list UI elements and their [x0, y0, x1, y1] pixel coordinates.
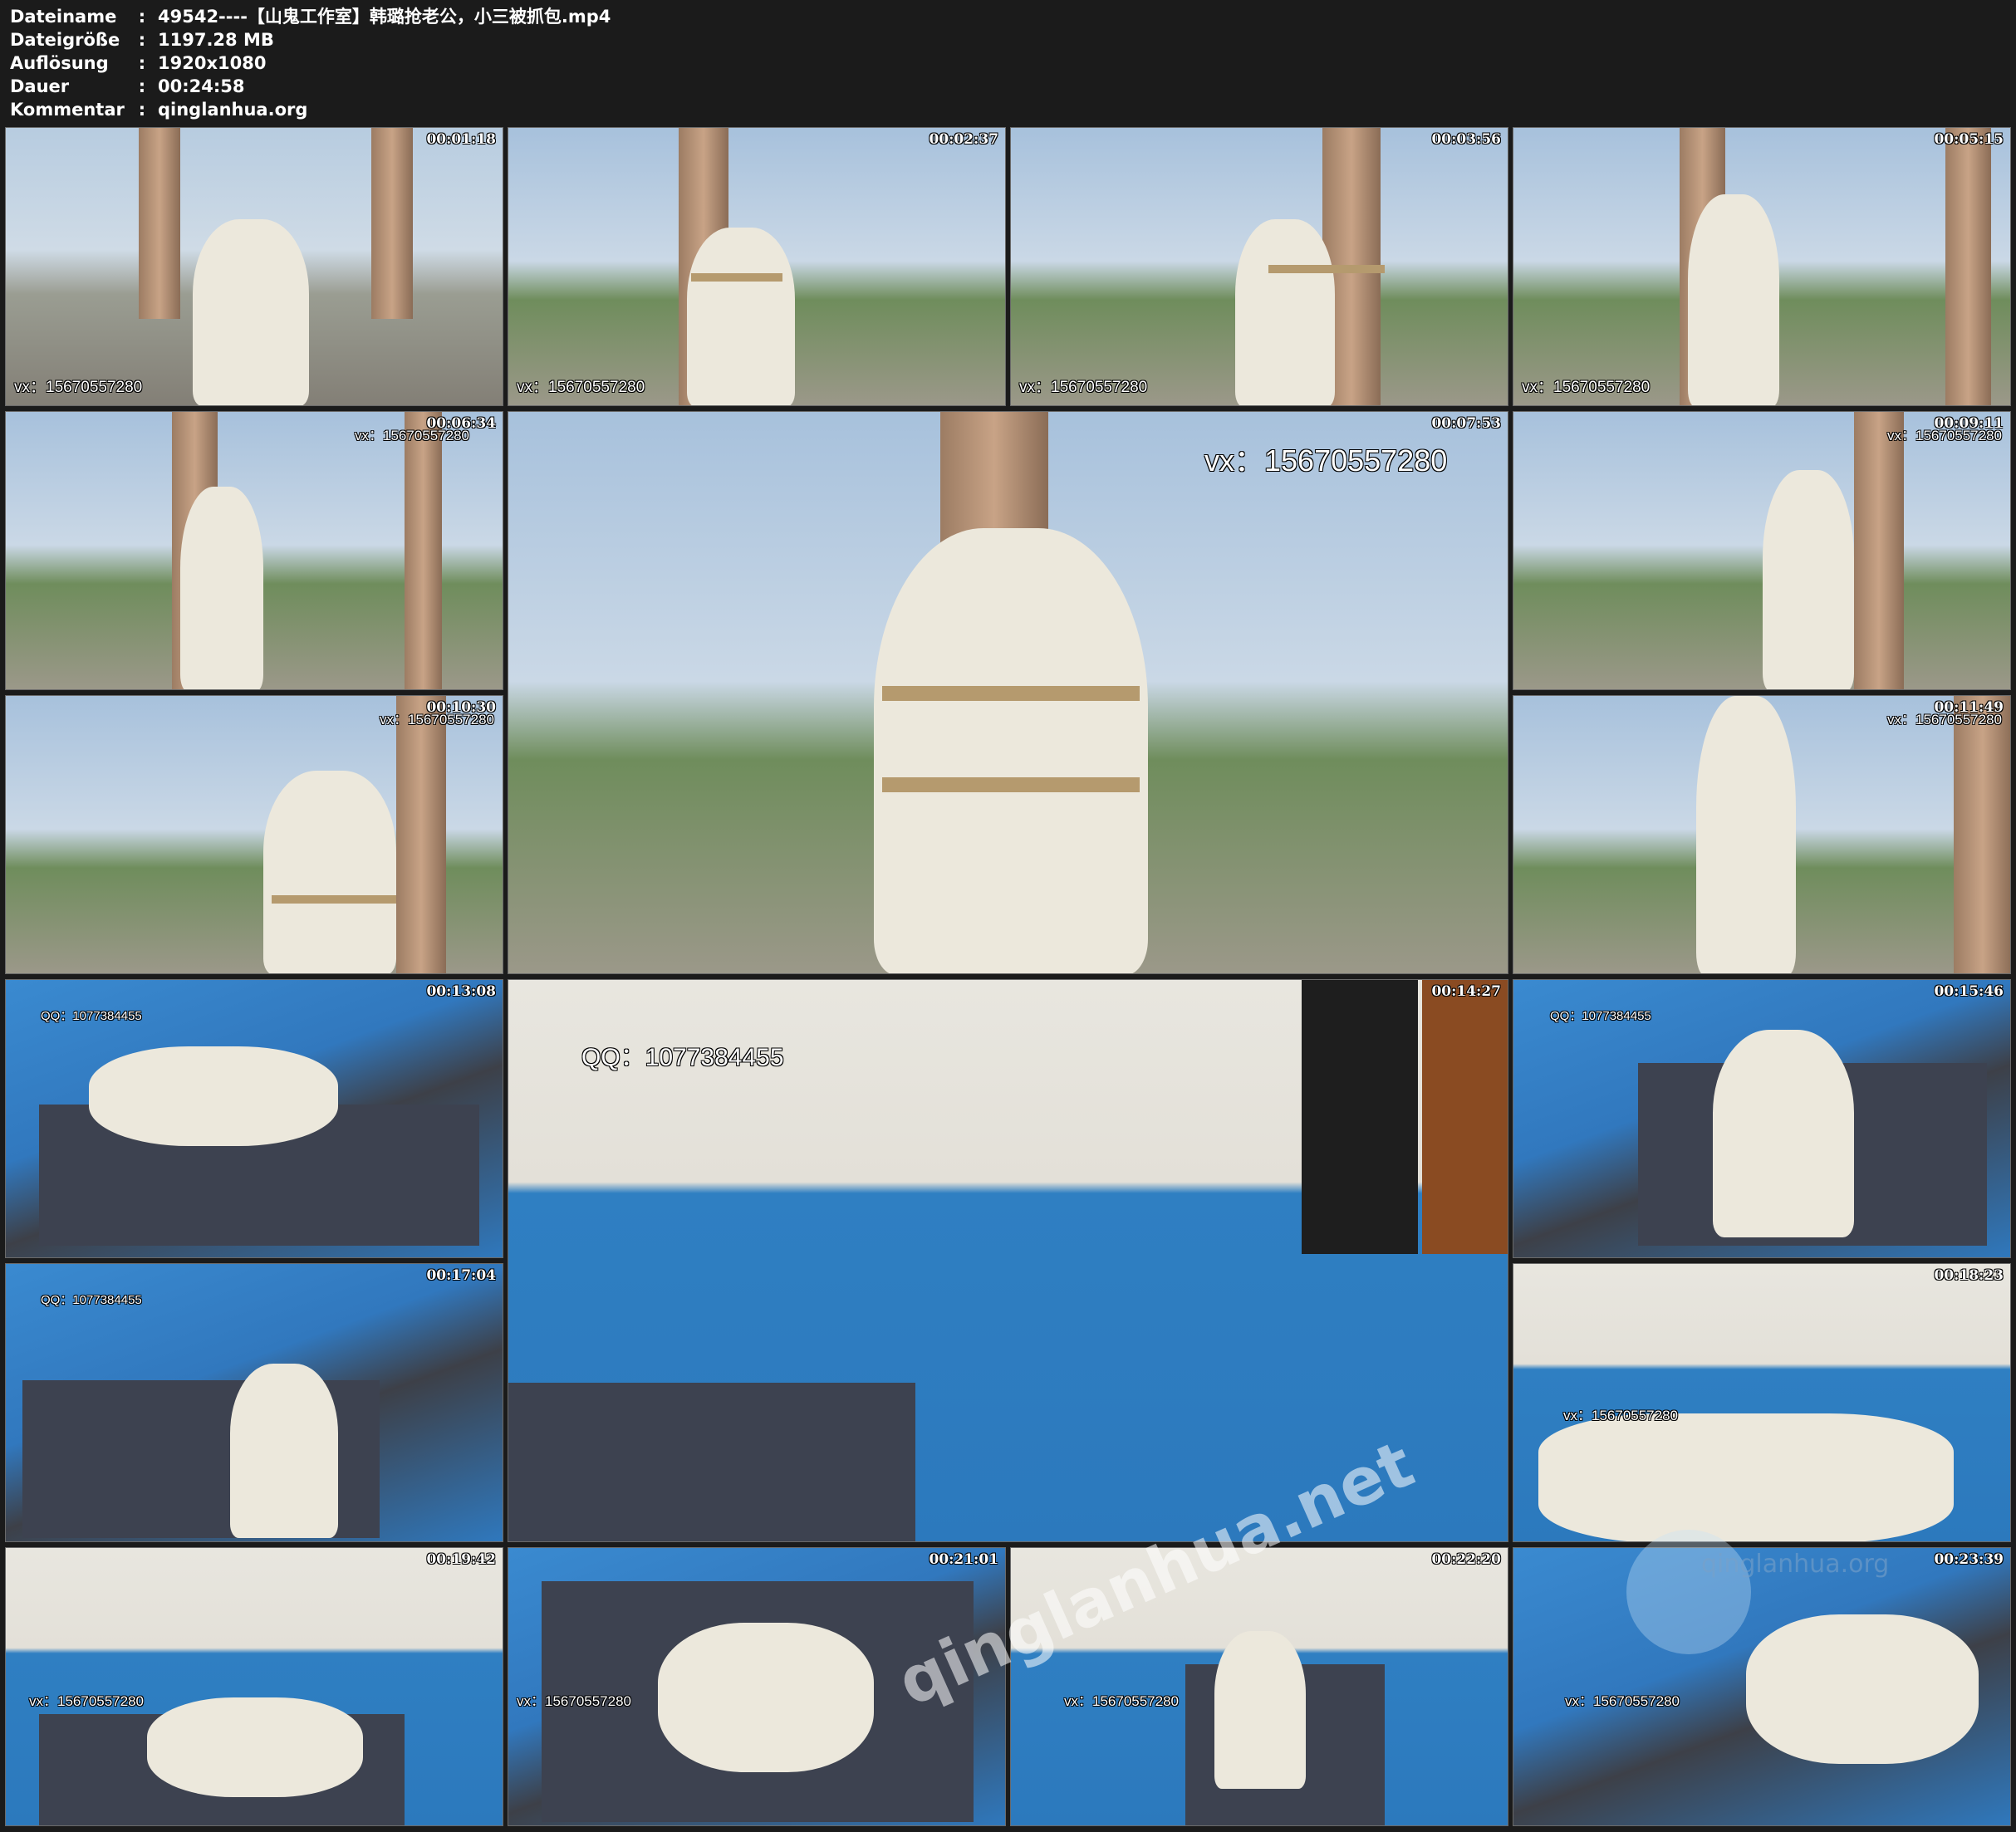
contact-watermark: vx：15670557280 — [517, 1693, 632, 1709]
frame-timestamp: 00:18:23 — [1934, 1267, 2004, 1284]
contact-watermark: QQ：1077384455 — [1550, 1009, 1651, 1023]
frame-timestamp: 00:01:18 — [426, 131, 496, 148]
site-watermark-secondary: qinglanhua.org — [1701, 1550, 1890, 1579]
meta-sep: : — [138, 100, 146, 120]
frame-timestamp: 00:17:04 — [426, 1267, 496, 1284]
frame-timestamp: 00:15:46 — [1934, 983, 2004, 1000]
meta-value: 1197.28 MB — [158, 30, 274, 50]
meta-sep: : — [138, 53, 146, 73]
video-thumbnail[interactable]: QQ：1077384455 00:17:04 — [5, 1263, 503, 1542]
video-thumbnail[interactable]: vx：15670557280 00:18:23 — [1513, 1263, 2011, 1542]
meta-key: Auflösung — [10, 53, 109, 73]
frame-timestamp: 00:23:39 — [1934, 1551, 2004, 1568]
contact-watermark: vx：15670557280 — [517, 379, 645, 396]
contact-watermark: vx：15670557280 — [1565, 1693, 1680, 1709]
frame-timestamp: 00:02:37 — [929, 131, 998, 148]
meta-key: Dateigröße — [10, 30, 120, 50]
meta-key: Dateiname — [10, 7, 117, 27]
meta-value: 1920x1080 — [158, 53, 267, 73]
meta-key: Dauer — [10, 76, 70, 96]
video-thumbnail[interactable]: vx：15670557280 00:03:56 — [1010, 127, 1508, 406]
contact-watermark: vx：15670557280 — [1064, 1693, 1180, 1709]
meta-value: qinglanhua.org — [158, 100, 308, 120]
frame-timestamp: 00:03:56 — [1431, 131, 1501, 148]
meta-sep: : — [138, 76, 146, 96]
frame-timestamp: 00:05:15 — [1934, 131, 2004, 148]
frame-timestamp: 00:22:20 — [1431, 1551, 1501, 1568]
meta-row-resolution: Auflösung : 1920x1080 — [10, 51, 611, 75]
contact-watermark: vx：15670557280 — [1563, 1408, 1679, 1423]
file-metadata: Dateiname : 49542----【山鬼工作室】韩璐抢老公，小三被抓包.… — [10, 5, 611, 121]
meta-value: 00:24:58 — [158, 76, 245, 96]
frame-timestamp: 00:19:42 — [426, 1551, 496, 1568]
meta-value: 49542----【山鬼工作室】韩璐抢老公，小三被抓包.mp4 — [158, 7, 611, 27]
contact-watermark: vx：15670557280 — [1204, 443, 1448, 478]
video-thumbnail[interactable]: QQ：1077384455 00:13:08 — [5, 979, 503, 1258]
frame-timestamp: 00:07:53 — [1431, 415, 1501, 432]
video-thumbnail[interactable]: vx：15670557280 00:19:42 — [5, 1547, 503, 1826]
meta-row-comment: Kommentar : qinglanhua.org — [10, 98, 611, 121]
frame-timestamp: 00:10:30 — [426, 699, 496, 716]
meta-sep: : — [138, 30, 146, 50]
frame-timestamp: 00:09:11 — [1934, 415, 2004, 432]
contact-watermark: QQ：1077384455 — [581, 1044, 784, 1071]
frame-timestamp: 00:11:49 — [1934, 699, 2004, 716]
meta-key: Kommentar — [10, 100, 125, 120]
video-thumbnail[interactable]: vx：15670557280 00:05:15 — [1513, 127, 2011, 406]
video-thumbnail[interactable]: vx：15670557280 00:10:30 — [5, 695, 503, 974]
video-thumbnail[interactable]: vx：15670557280 00:02:37 — [508, 127, 1006, 406]
frame-timestamp: 00:14:27 — [1431, 983, 1501, 1000]
contact-watermark: vx：15670557280 — [1019, 379, 1148, 396]
meta-row-filesize: Dateigröße : 1197.28 MB — [10, 28, 611, 51]
video-thumbnail[interactable]: QQ：1077384455 00:15:46 — [1513, 979, 2011, 1258]
video-thumbnail[interactable]: vx：15670557280 00:23:39 — [1513, 1547, 2011, 1826]
meta-row-duration: Dauer : 00:24:58 — [10, 75, 611, 98]
video-thumbnail[interactable]: vx：15670557280 00:11:49 — [1513, 695, 2011, 974]
frame-timestamp: 00:13:08 — [426, 983, 496, 1000]
frame-timestamp: 00:21:01 — [929, 1551, 998, 1568]
watermark-circle-logo — [1626, 1530, 1751, 1654]
frame-timestamp: 00:06:34 — [426, 415, 496, 432]
contact-watermark: QQ：1077384455 — [41, 1009, 142, 1023]
video-thumbnail[interactable]: vx：15670557280 00:09:11 — [1513, 411, 2011, 690]
video-thumbnail[interactable]: vx：15670557280 00:01:18 — [5, 127, 503, 406]
video-thumbnail-large[interactable]: vx：15670557280 00:07:53 — [508, 411, 1508, 974]
contact-watermark: vx：15670557280 — [14, 379, 143, 396]
contact-watermark: QQ：1077384455 — [41, 1293, 142, 1307]
contact-watermark: vx：15670557280 — [1522, 379, 1651, 396]
meta-sep: : — [138, 7, 146, 27]
contact-watermark: vx：15670557280 — [29, 1693, 145, 1709]
meta-row-filename: Dateiname : 49542----【山鬼工作室】韩璐抢老公，小三被抓包.… — [10, 5, 611, 28]
video-thumbnail[interactable]: vx：15670557280 00:06:34 — [5, 411, 503, 690]
